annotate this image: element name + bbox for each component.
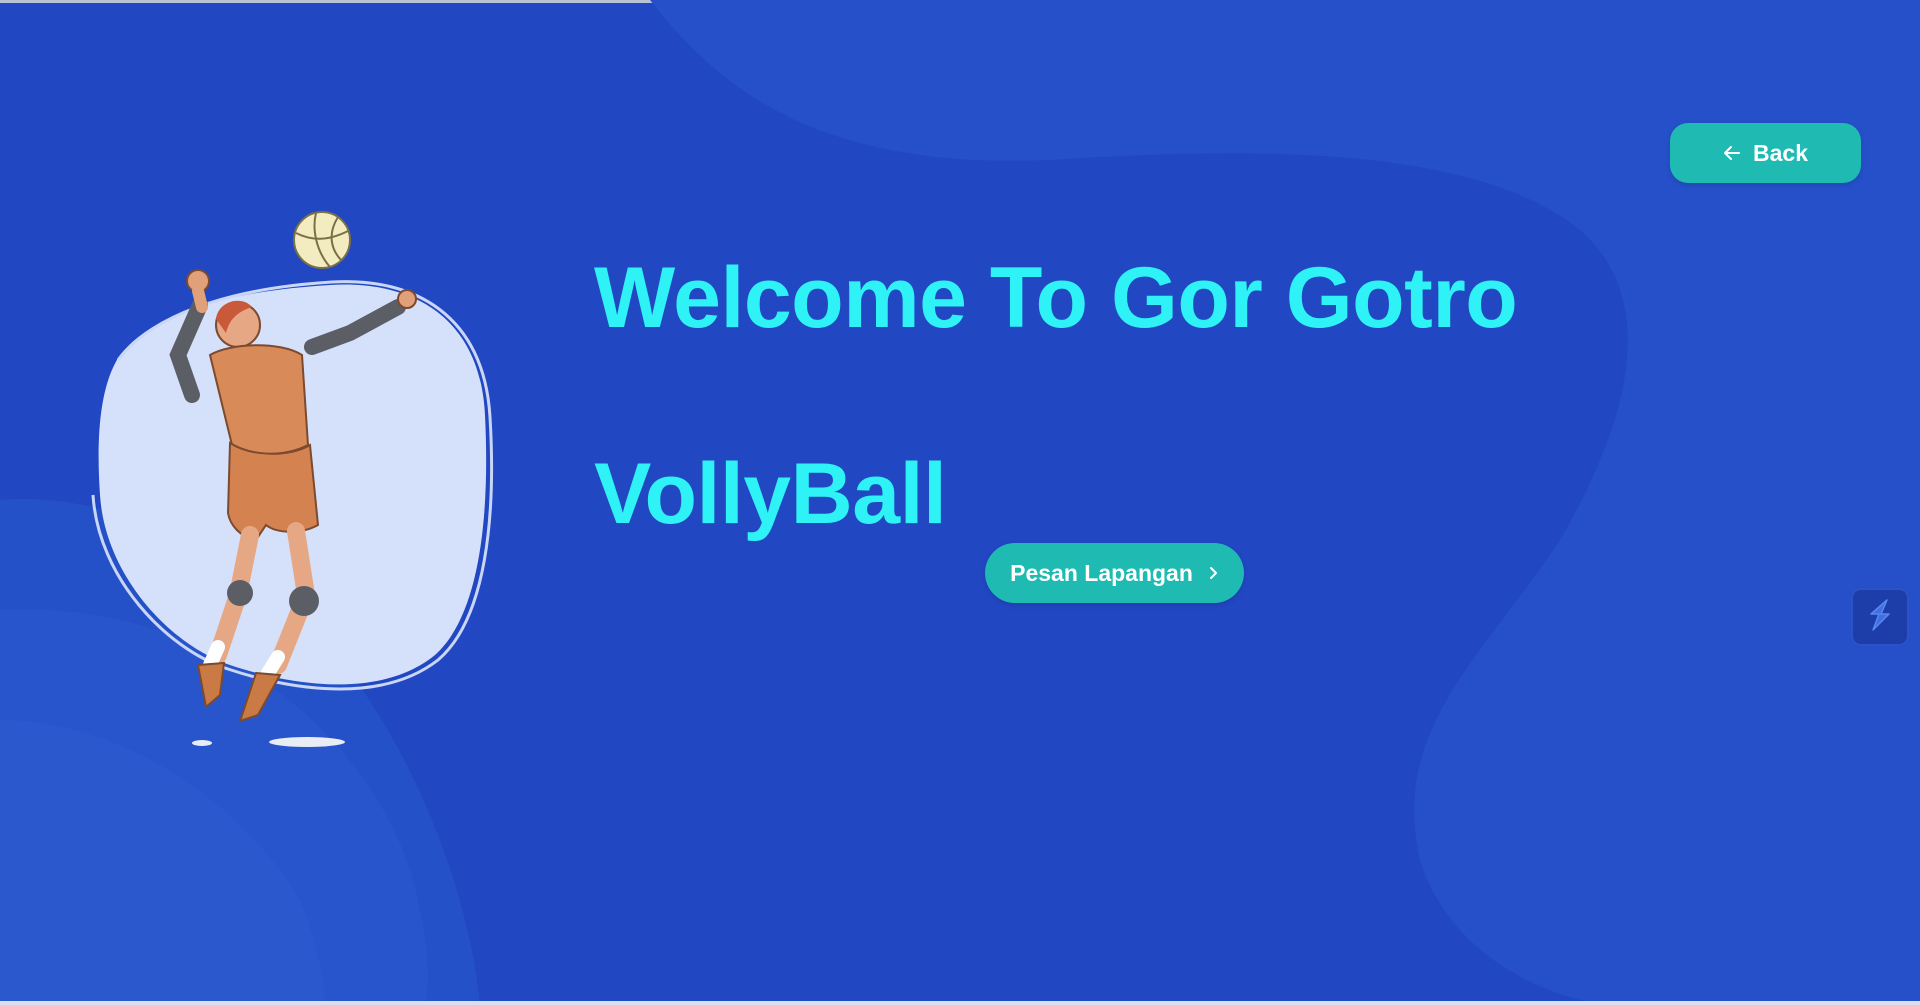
window-bottom-border (0, 1001, 1920, 1005)
book-court-button[interactable]: Pesan Lapangan (985, 543, 1244, 603)
book-court-button-label: Pesan Lapangan (1010, 559, 1193, 586)
floating-extension-widget[interactable] (1851, 588, 1909, 646)
volleyball-icon (293, 211, 351, 269)
page-title: Welcome To Gor Gotro VollyBall (594, 200, 1644, 592)
back-button-label: Back (1753, 139, 1808, 166)
arrow-left-icon (1723, 145, 1741, 161)
back-button[interactable]: Back (1670, 123, 1861, 183)
volleyball-player-illustration (91, 211, 494, 747)
title-line-1: Welcome To Gor Gotro (594, 250, 1518, 346)
chevron-right-icon (1209, 566, 1219, 580)
lightning-icon (1865, 598, 1895, 637)
